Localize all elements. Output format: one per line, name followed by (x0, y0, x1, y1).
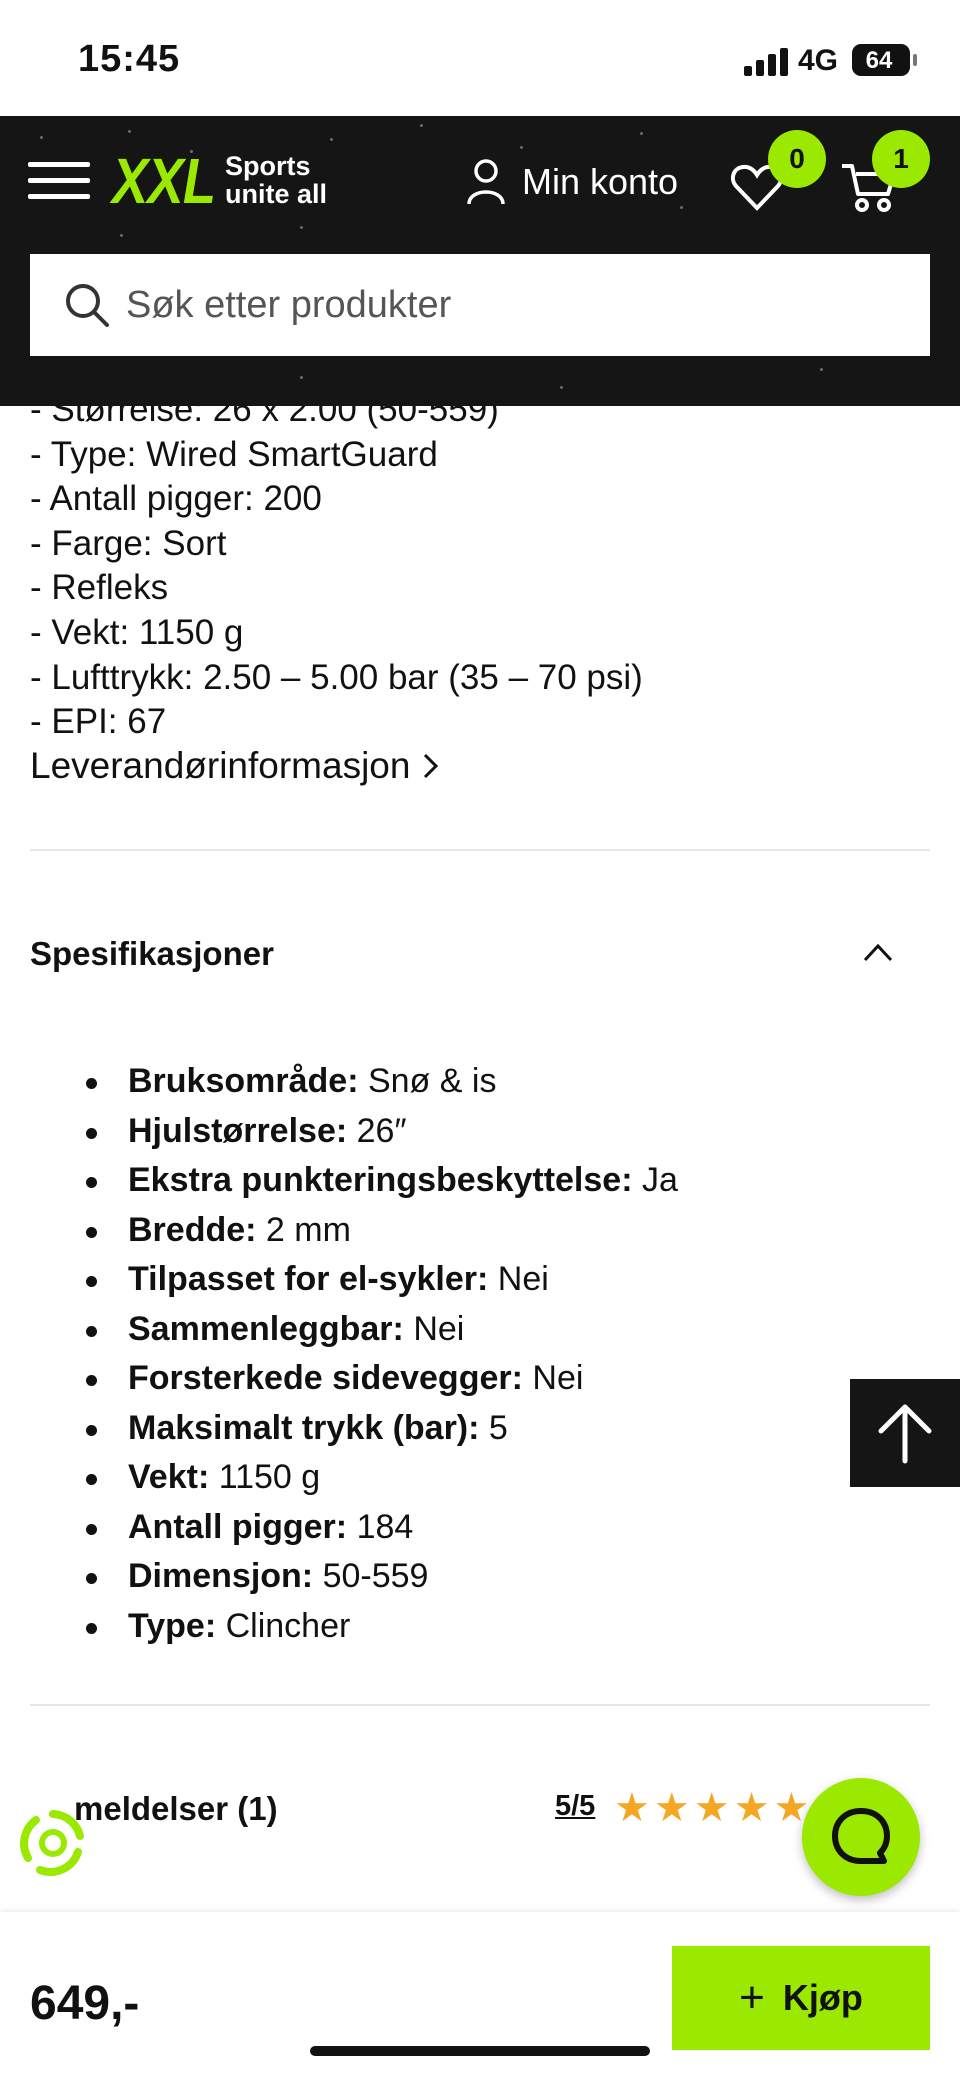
description-line: - Lufttrykk: 2.50 – 5.00 bar (35 – 70 ps… (30, 657, 643, 697)
product-description: - Størrelse: 26 x 2.00 (50-559) - Type: … (30, 388, 930, 745)
star-icon: ★ (733, 1786, 770, 1830)
recycle-badge-icon[interactable] (18, 1808, 88, 1878)
logo-tagline: Sports unite all (225, 152, 327, 208)
buy-label: Kjøp (782, 1977, 863, 2018)
reviews-title[interactable]: meldelser (1) (74, 1790, 278, 1828)
plus-icon: + (739, 1973, 765, 2022)
status-bar: 15:45 4G 64 (0, 0, 960, 116)
search-icon (66, 284, 109, 327)
spec-item: Ekstra punkteringsbeskyttelse: Ja (86, 1156, 906, 1206)
user-icon (467, 159, 505, 205)
chat-button[interactable] (802, 1778, 920, 1896)
arrow-up-icon (878, 1404, 932, 1464)
description-line: - Vekt: 1150 g (30, 612, 244, 652)
spec-item: Hjulstørrelse: 26″ (86, 1107, 906, 1157)
search-bar[interactable] (30, 254, 930, 356)
battery-percent: 64 (865, 47, 893, 74)
search-input[interactable] (124, 282, 908, 328)
cart-count-badge: 1 (872, 130, 930, 188)
logo[interactable]: XXL (112, 144, 216, 218)
description-line: - Antall pigger: 200 (30, 479, 322, 519)
status-time: 15:45 (78, 38, 181, 80)
supplier-info-label: Leverandørinformasjon (30, 745, 411, 786)
header-bottom-strip (0, 356, 960, 406)
star-icon: ★ (693, 1786, 730, 1830)
description-line: - Farge: Sort (30, 523, 227, 563)
description-line: - Type: Wired SmartGuard (30, 434, 438, 474)
account-label: Min konto (522, 161, 679, 202)
price: 649,- (30, 1977, 140, 2030)
spec-item: Tilpasset for el-sykler: Nei (86, 1255, 906, 1305)
spec-item: Maksimalt trykk (bar): 5 (86, 1404, 906, 1454)
star-icon: ★ (653, 1786, 690, 1830)
spec-item: Forsterkede sidevegger: Nei (86, 1354, 906, 1404)
home-indicator (310, 2046, 650, 2056)
battery-icon: 64 (852, 44, 917, 76)
spec-item: Antall pigger: 184 (86, 1503, 906, 1553)
chevron-up-icon[interactable] (862, 940, 894, 964)
network-label: 4G (798, 44, 839, 77)
signal-icon (744, 46, 788, 76)
specs-title[interactable]: Spesifikasjoner (30, 935, 274, 973)
chevron-right-icon (424, 753, 439, 779)
scroll-to-top-button[interactable] (850, 1379, 960, 1487)
menu-icon[interactable] (28, 160, 90, 202)
tagline-line1: Sports (225, 151, 311, 181)
description-line: - Refleks (30, 568, 169, 608)
spec-item: Bredde: 2 mm (86, 1206, 906, 1256)
spec-item: Bruksområde: Snø & is (86, 1057, 906, 1107)
tagline-line2: unite all (225, 179, 328, 209)
spec-item: Vekt: 1150 g (86, 1453, 906, 1503)
specs-list: Bruksområde: Snø & is Hjulstørrelse: 26″… (86, 1057, 906, 1651)
buy-button[interactable]: + Kjøp (672, 1946, 930, 2050)
spec-item: Type: Clincher (86, 1602, 906, 1652)
supplier-info-link[interactable]: Leverandørinformasjon (30, 745, 442, 787)
divider (30, 849, 930, 851)
star-icon: ★ (614, 1786, 650, 1830)
account-link[interactable]: Min konto (466, 156, 678, 208)
description-line: - EPI: 67 (30, 702, 167, 742)
spec-item: Sammenleggbar: Nei (86, 1305, 906, 1355)
reviews-score[interactable]: 5/5 (555, 1790, 595, 1823)
chat-icon (832, 1808, 890, 1864)
spec-item: Dimensjon: 50-559 (86, 1552, 906, 1602)
wishlist-count-badge: 0 (768, 130, 826, 188)
divider (30, 1704, 930, 1706)
rating-stars: ★ ★ ★ ★ ★ (614, 1786, 809, 1830)
